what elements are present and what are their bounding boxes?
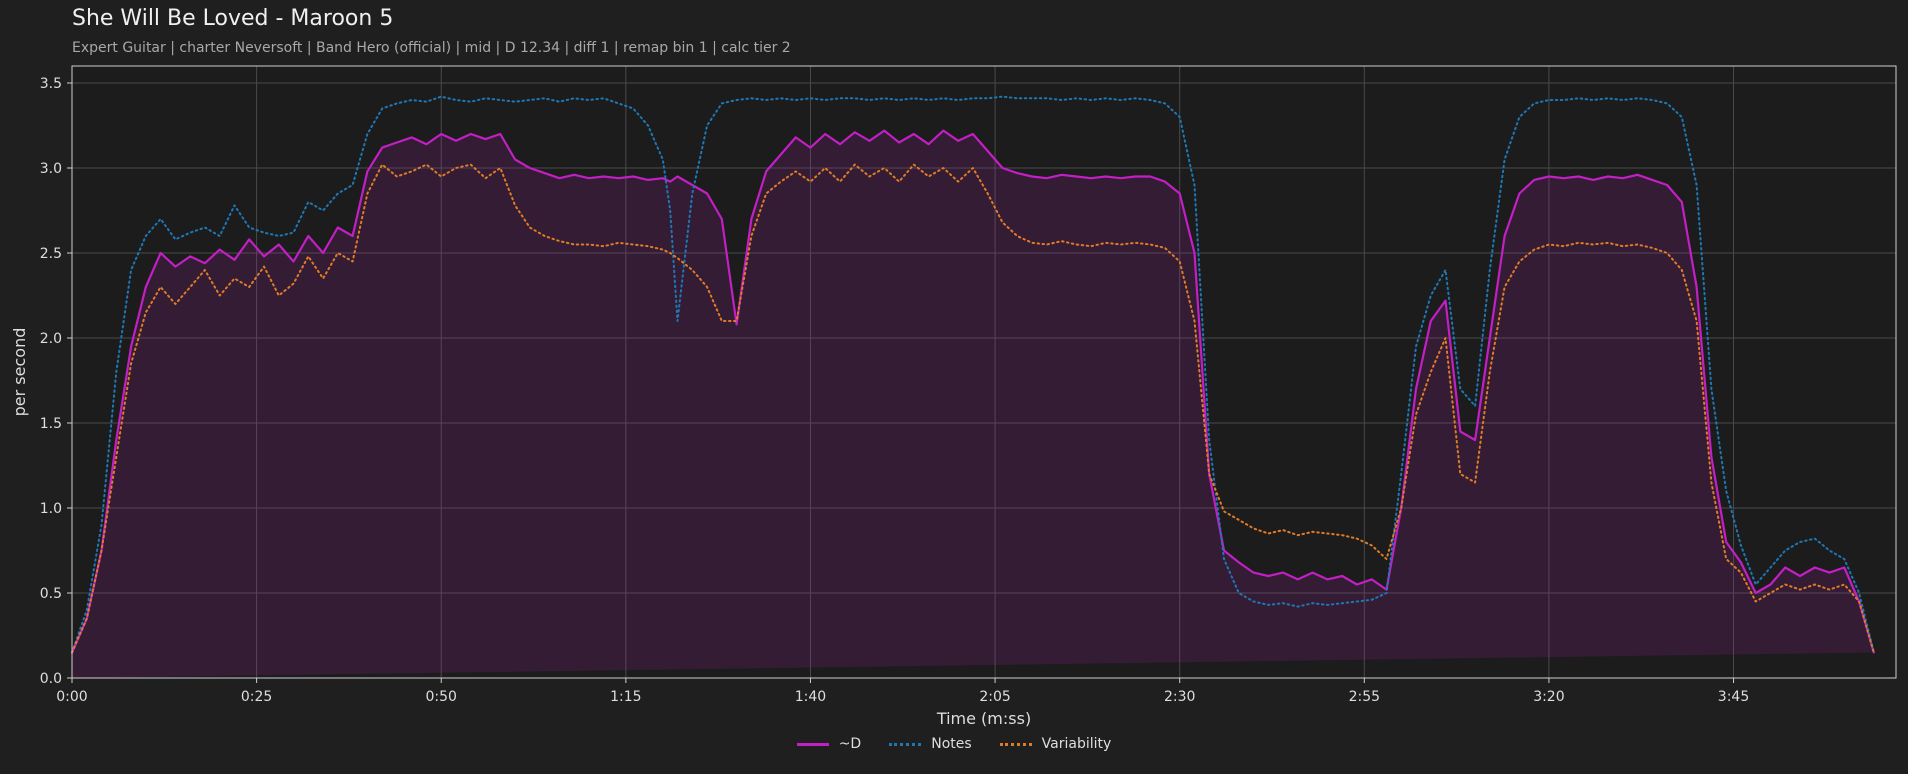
x-tick-label: 3:45 <box>1718 689 1749 705</box>
legend-label-variability: Variability <box>1041 736 1112 752</box>
y-axis-label: per second <box>10 328 29 417</box>
y-tick-label: 3.5 <box>40 76 62 92</box>
x-tick-label: 3:20 <box>1533 689 1564 705</box>
legend-swatch-d <box>796 742 829 746</box>
y-tick-label: 2.5 <box>40 246 62 262</box>
y-tick-label: 1.0 <box>40 501 62 517</box>
legend-item-d: ~D <box>796 736 862 752</box>
y-tick-label: 0.0 <box>40 671 62 687</box>
legend-swatch-variability <box>999 742 1032 746</box>
y-tick-label: 0.5 <box>40 586 62 602</box>
x-tick-label: 0:25 <box>241 689 272 705</box>
x-tick-label: 0:50 <box>426 689 457 705</box>
y-tick-label: 1.5 <box>40 416 62 432</box>
y-tick-label: 2.0 <box>40 331 62 347</box>
legend-item-notes: Notes <box>889 736 972 752</box>
x-tick-label: 0:00 <box>56 689 87 705</box>
x-tick-label: 1:40 <box>795 689 826 705</box>
x-tick-label: 2:05 <box>979 689 1010 705</box>
chart-legend: ~D Notes Variability <box>0 736 1908 752</box>
x-axis-label: Time (m:ss) <box>936 709 1031 728</box>
x-tick-label: 2:55 <box>1349 689 1380 705</box>
legend-swatch-notes <box>889 742 922 746</box>
y-tick-label: 3.0 <box>40 161 62 177</box>
legend-item-variability: Variability <box>999 736 1112 752</box>
legend-label-d: ~D <box>838 736 862 752</box>
legend-label-notes: Notes <box>931 736 972 752</box>
x-tick-label: 2:30 <box>1164 689 1195 705</box>
x-tick-label: 1:15 <box>610 689 641 705</box>
difficulty-chart: 0:00 0:25 0:50 1:15 1:40 2:05 2:30 2:55 3:20 3:45… <box>10 65 1897 728</box>
